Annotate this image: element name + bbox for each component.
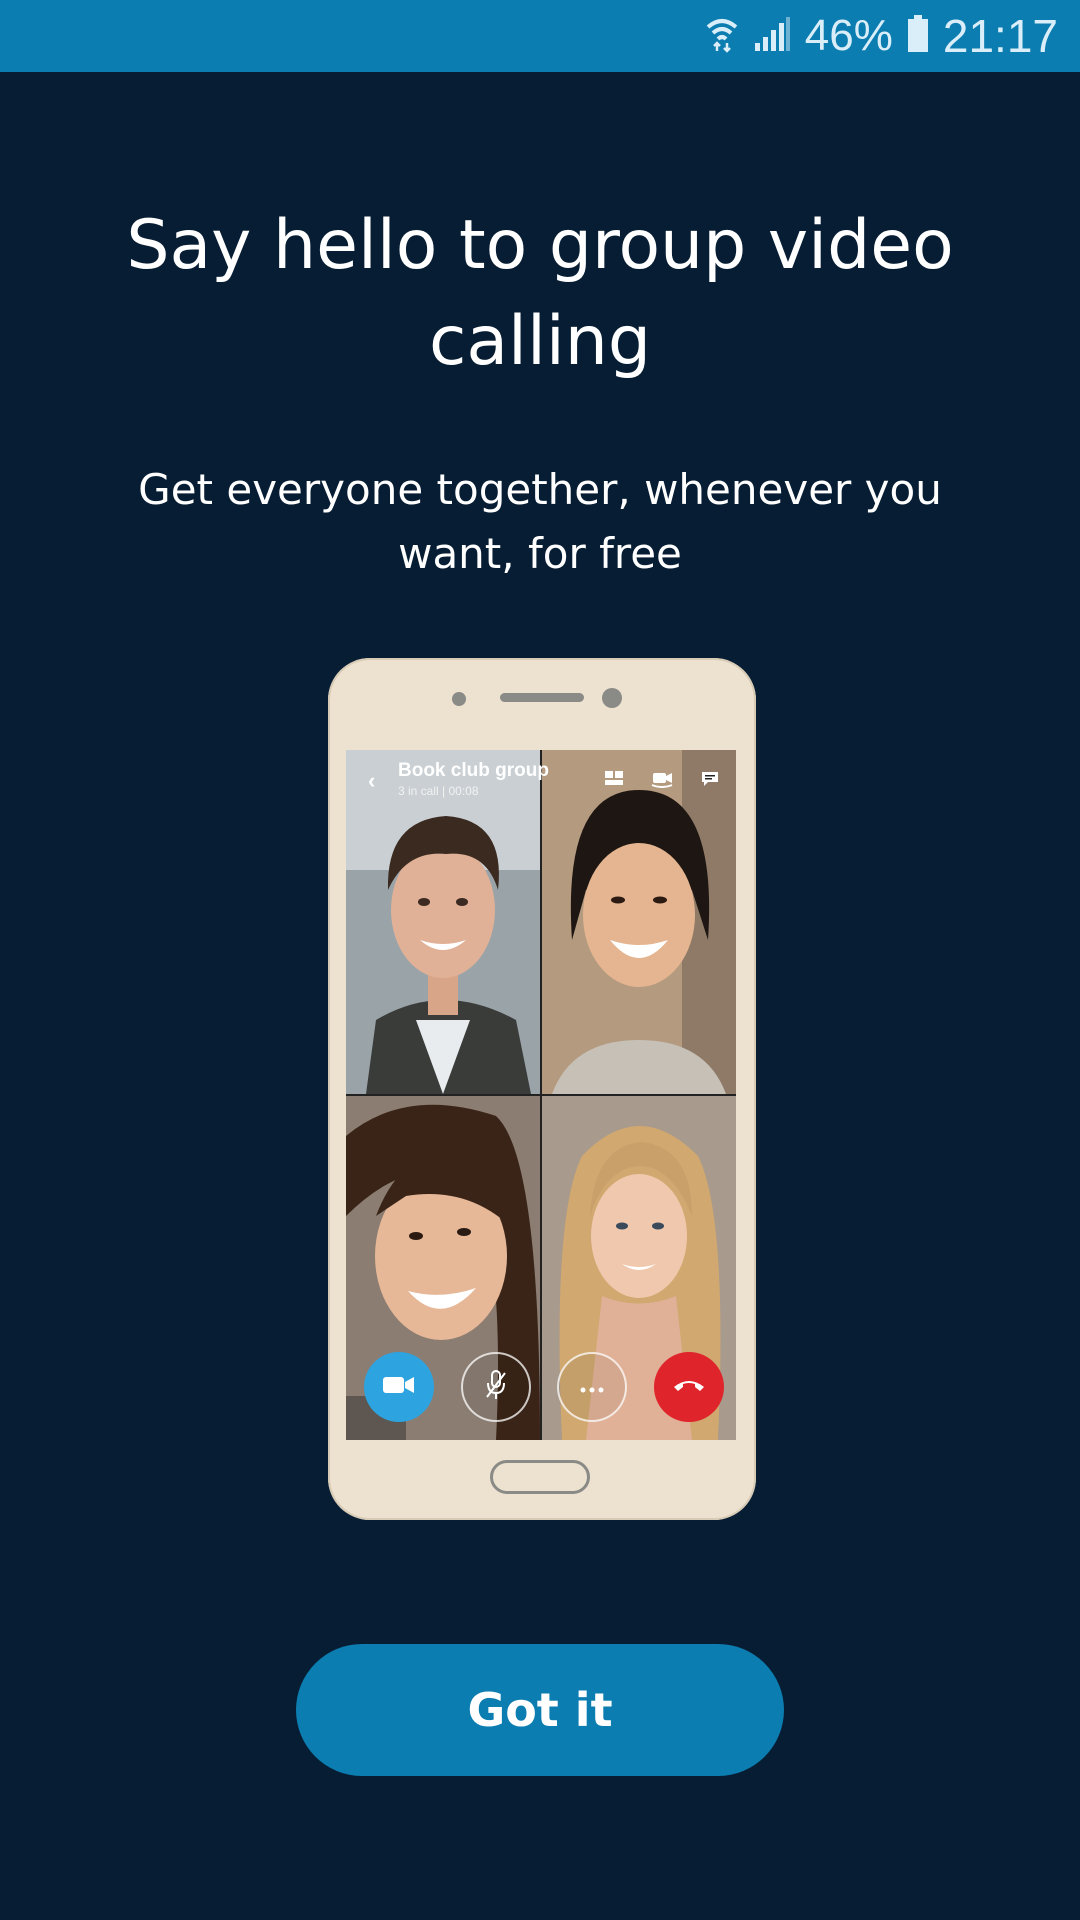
end-call-button: [653, 1352, 724, 1422]
status-bar: 46% 21:17: [0, 0, 1080, 72]
phone-home-button: [490, 1460, 590, 1494]
video-icon: [382, 1374, 416, 1400]
participant-tile: [346, 750, 540, 1094]
signal-icon: [753, 15, 791, 58]
more-icon: [580, 1378, 604, 1397]
participants-icon: [604, 770, 624, 792]
chat-icon: [700, 770, 720, 792]
page-title: Say hello to group video calling: [126, 206, 954, 381]
wifi-icon: [705, 15, 739, 58]
phone-illustration: ‹ Book club group 3 in call | 00:08: [328, 658, 756, 1520]
mute-button: [460, 1352, 531, 1422]
status-indicators: 46% 21:17: [705, 0, 1058, 72]
call-top-icons: [604, 770, 720, 792]
phone-sensor: [452, 692, 466, 706]
battery-percent: 46%: [804, 11, 893, 60]
participant-tile: [542, 750, 736, 1094]
end-call-icon: [672, 1377, 706, 1397]
call-controls: [364, 1352, 724, 1422]
got-it-button[interactable]: Got it: [296, 1644, 784, 1776]
page-subtitle: Get everyone together, whenever you want…: [138, 465, 942, 578]
battery-icon: [907, 14, 929, 58]
back-chevron-icon: ‹: [368, 768, 376, 793]
video-toggle-button: [364, 1352, 434, 1422]
status-time: 21:17: [942, 10, 1058, 62]
phone-camera: [602, 688, 622, 708]
call-title: Book club group: [398, 760, 549, 781]
more-options-button: [557, 1352, 628, 1422]
video-call-screen: ‹ Book club group 3 in call | 00:08: [346, 750, 736, 1440]
call-subtitle: 3 in call | 00:08: [398, 784, 479, 798]
phone-speaker: [500, 693, 584, 702]
switch-camera-icon: [650, 770, 674, 792]
call-header: ‹ Book club group 3 in call | 00:08: [368, 760, 549, 798]
mute-icon: [484, 1369, 508, 1405]
